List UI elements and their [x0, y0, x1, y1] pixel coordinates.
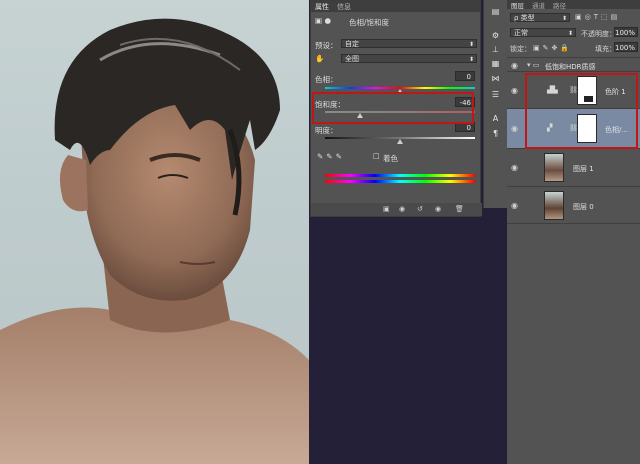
preset-select[interactable]: 自定 ⬍ — [341, 39, 477, 48]
filter-icons[interactable]: ▣◎T⬚▤ — [575, 13, 620, 21]
lock-label: 锁定： — [510, 45, 531, 53]
adjustments-icon[interactable]: ⚙ — [489, 30, 502, 41]
layer-filter-select[interactable]: ρ 类型 ⬍ — [510, 13, 570, 22]
fill-input[interactable]: 100% — [614, 42, 638, 52]
eye-icon[interactable]: ◉ — [511, 61, 518, 70]
tab-info[interactable]: 信息 — [337, 2, 351, 12]
lightness-label: 明度： — [315, 126, 338, 135]
opacity-label: 不透明度： — [581, 30, 616, 38]
portrait-image — [0, 18, 309, 464]
visibility-icon[interactable]: ◉ — [435, 205, 441, 213]
colorize-checkbox[interactable]: ☐ — [373, 152, 380, 161]
tab-channels[interactable]: 通道 — [532, 0, 545, 10]
eye-icon[interactable]: ◉ — [511, 124, 518, 133]
layer1-thumbnail — [544, 153, 564, 182]
paragraph-icon[interactable]: ¶ — [489, 128, 502, 139]
chevron-down-icon: ⬍ — [468, 56, 474, 63]
eye-icon[interactable]: ◉ — [511, 201, 518, 210]
panel-tool-strip: ▤ ⚙ ⊥ ▦ ⋈ ☰ A ¶ — [483, 0, 507, 208]
opacity-input[interactable]: 100% — [614, 27, 638, 37]
reset-icon[interactable]: ↺ — [417, 205, 423, 213]
layer-group-row[interactable]: ◉ ▾ ▭ 低饱和HDR质感 — [507, 57, 640, 71]
layer-name: 图层 0 — [573, 203, 594, 211]
filter-kind-value: ρ 类型 — [514, 14, 535, 22]
styles-icon[interactable]: ⋈ — [489, 73, 502, 84]
channel-value: 全图 — [345, 55, 359, 63]
tab-properties[interactable]: 属性 — [315, 2, 329, 12]
chevron-down-icon: ⬍ — [468, 41, 474, 48]
layer-row-layer0[interactable]: ◉ 图层 0 — [507, 186, 640, 224]
tab-paths[interactable]: 路径 — [553, 0, 566, 10]
saturation-highlight — [312, 92, 474, 124]
lightness-slider-thumb[interactable] — [397, 139, 403, 144]
type-icon[interactable]: A — [489, 113, 502, 124]
blend-mode-select[interactable]: 正常 ⬍ — [510, 28, 576, 37]
trash-icon[interactable]: 🗑 — [455, 205, 464, 213]
eyedropper-icons[interactable]: ✎✎✎ — [317, 152, 345, 161]
layer-row-layer1[interactable]: ◉ 图层 1 — [507, 148, 640, 186]
chevron-down-icon: ⬍ — [561, 15, 567, 22]
color-bar-bottom — [325, 180, 475, 183]
preset-label: 预设： — [315, 41, 338, 50]
properties-tabs: 属性 信息 — [311, 1, 480, 12]
layers-panel: 图层 通道 路径 ρ 类型 ⬍ ▣◎T⬚▤ 正常 ⬍ 不透明度： 100% 锁定： … — [507, 0, 640, 464]
chevron-down-icon: ⬍ — [567, 30, 573, 37]
blend-mode-value: 正常 — [514, 29, 528, 37]
tab-layers[interactable]: 图层 — [511, 0, 524, 10]
panel-title: 色相/饱和度 — [349, 18, 390, 27]
eye-icon[interactable]: ◉ — [511, 86, 518, 95]
colorize-label: 着色 — [383, 154, 398, 163]
sliders-icon[interactable]: ☰ — [489, 89, 502, 100]
adjustment-icon: ▣ ● — [315, 16, 332, 25]
photo-canvas — [0, 0, 309, 464]
fill-label: 填充： — [595, 45, 616, 53]
properties-footer: ▣ ◉ ↺ ◉ 🗑 — [311, 203, 482, 216]
hue-input[interactable]: 0 — [455, 71, 475, 81]
eye-icon[interactable]: ◉ — [511, 163, 518, 172]
layers-highlight — [525, 73, 638, 149]
layer-name: 图层 1 — [573, 165, 594, 173]
history-icon[interactable]: ▤ — [489, 6, 502, 17]
view-previous-icon[interactable]: ◉ — [399, 205, 405, 213]
hue-label: 色相： — [315, 75, 338, 84]
clip-icon[interactable]: ▣ — [383, 205, 390, 213]
swatches-icon[interactable]: ▦ — [489, 58, 502, 69]
folder-icon: ▾ ▭ — [527, 61, 540, 69]
lock-icons[interactable]: ▣✎✥🔒 — [533, 44, 572, 52]
preset-value: 自定 — [345, 40, 359, 48]
color-bar-top — [325, 174, 475, 177]
layer0-thumbnail — [544, 191, 564, 220]
channel-select[interactable]: 全图 ⬍ — [341, 54, 477, 63]
hand-tool-icon[interactable]: ✋ — [315, 54, 324, 63]
brush-icon[interactable]: ⊥ — [489, 44, 502, 55]
layers-tabs: 图层 通道 路径 — [507, 0, 640, 10]
